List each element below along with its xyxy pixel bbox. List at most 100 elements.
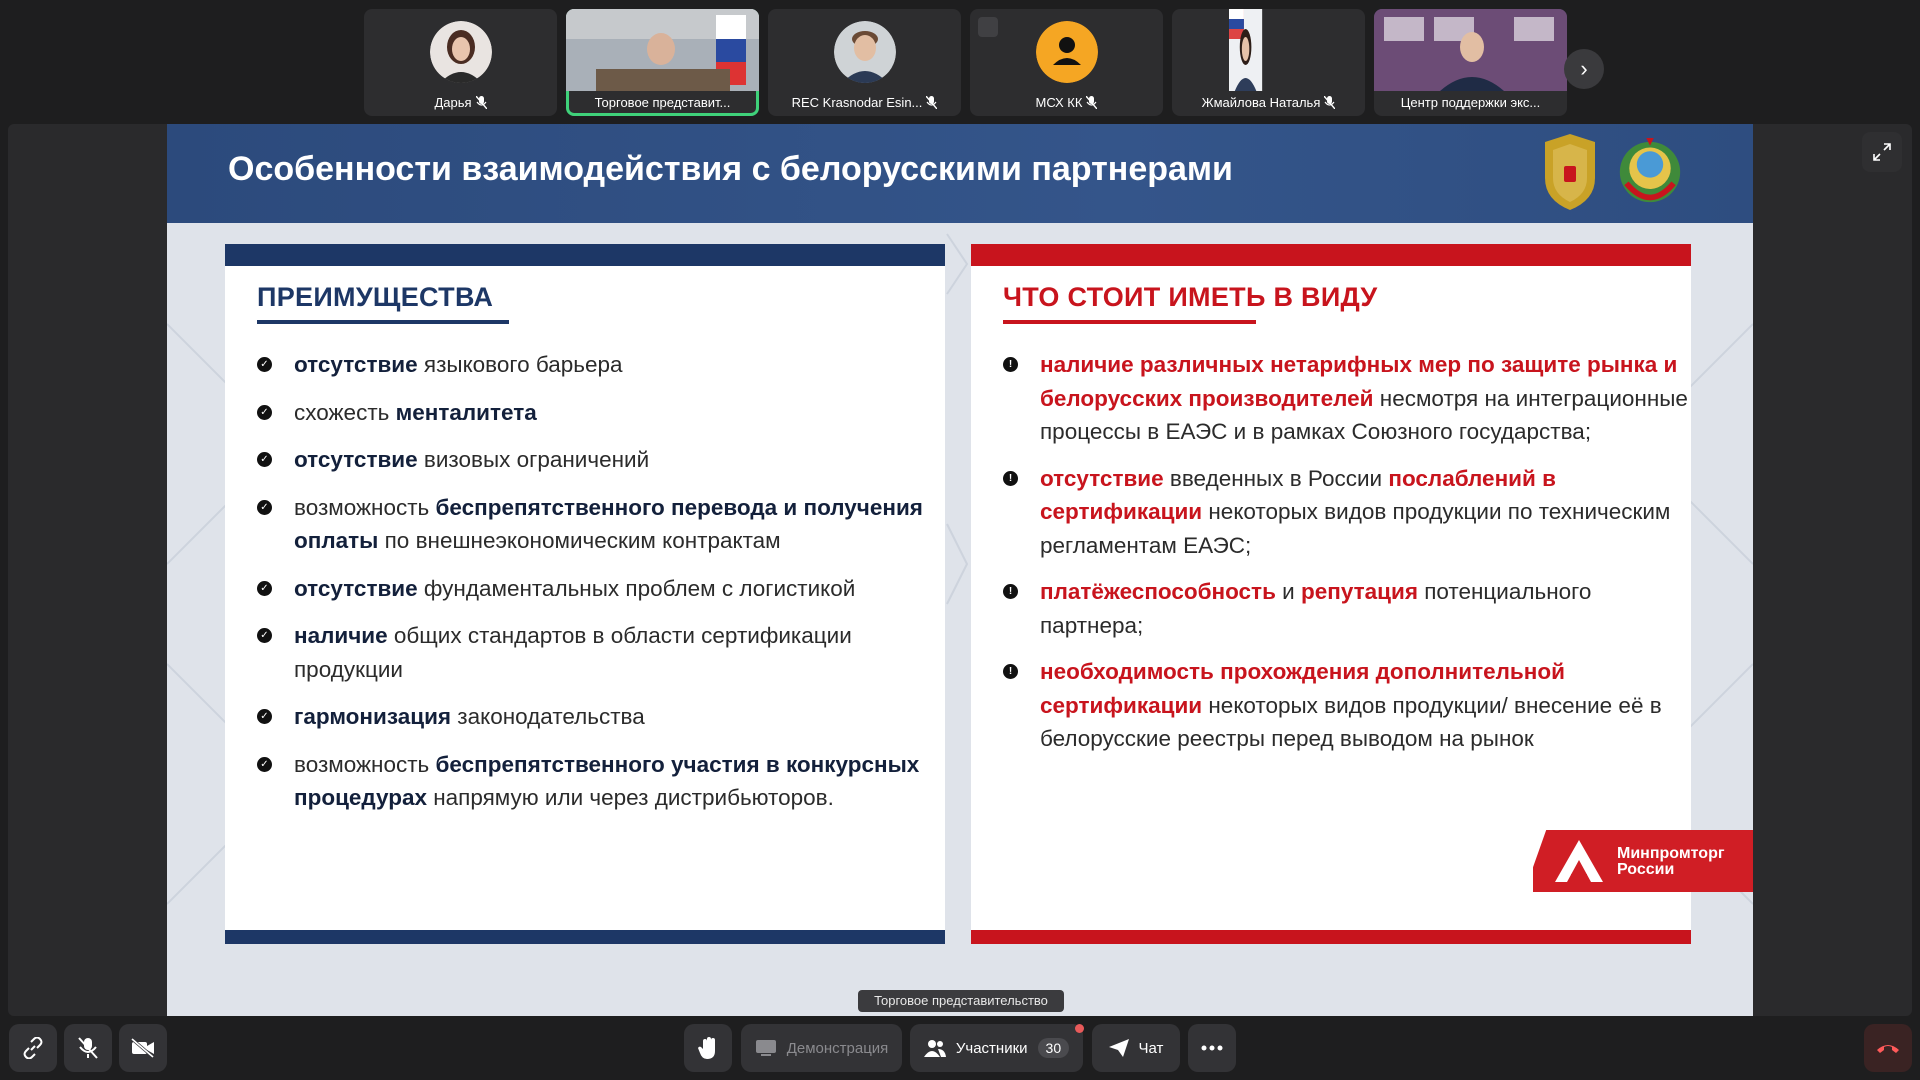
advantages-list: ✓ отсутствие языкового барьера ✓ схожесть м… (257, 348, 945, 829)
list-item: ✓ возможность беспрепятственного участия … (257, 748, 945, 815)
expand-icon (1873, 143, 1891, 161)
participant-tile[interactable]: МСХ КК (970, 9, 1163, 116)
raise-hand-button[interactable] (684, 1024, 732, 1072)
link-icon (23, 1037, 43, 1059)
logo-line-1: Минпромторг (1617, 845, 1725, 862)
list-item-text: возможность (294, 494, 436, 520)
list-item-text: по внешнеэкономическим контрактам (378, 528, 781, 553)
list-item: ✓ отсутствие визовых ограничений (257, 443, 945, 477)
list-item: ✓ возможность беспрепятственного перевода… (257, 491, 945, 558)
camera-off-icon (131, 1038, 154, 1058)
copy-link-button[interactable] (9, 1024, 57, 1072)
hangup-icon (1877, 1045, 1899, 1053)
list-item-text: введенных в России (1163, 465, 1389, 491)
minpromtorg-logo-icon (1555, 840, 1603, 882)
info-bullet-icon: ! (1003, 470, 1018, 486)
info-bullet-icon: ! (1003, 357, 1018, 372)
participant-name: REC Krasnodar Esin... (768, 95, 961, 110)
list-item: ✓ отсутствие языкового барьера (257, 348, 945, 382)
speaker-tooltip: Торговое представительство (858, 990, 1064, 1012)
camera-toggle-button[interactable] (119, 1024, 167, 1072)
list-item-text: языкового барьера (417, 352, 623, 377)
mic-off-icon (926, 96, 938, 109)
screen-share-button[interactable]: Демонстрация (741, 1024, 902, 1072)
participant-name: МСХ КК (970, 95, 1163, 110)
check-bullet-icon: ✓ (257, 628, 272, 643)
heading-underline (257, 320, 509, 324)
participant-name: Центр поддержки экс... (1400, 95, 1541, 110)
participant-tile-active[interactable]: Торговое представит... (566, 9, 759, 116)
participants-label: Участники (955, 1039, 1028, 1057)
participant-video (566, 9, 759, 91)
minpromtorg-logo-text: Минпромторг России (1617, 846, 1725, 878)
list-item-text: отсутствие (294, 352, 418, 377)
check-bullet-icon: ✓ (257, 499, 272, 515)
considerations-heading: ЧТО СТОИТ ИМЕТЬ В ВИДУ (1003, 282, 1378, 312)
list-item-text: наличие (294, 623, 388, 648)
list-item-text: платёжеспособность (1040, 579, 1276, 604)
chat-button[interactable]: Чат (1092, 1024, 1180, 1072)
check-bullet-icon: ✓ (257, 756, 272, 772)
advantages-card: ПРЕИМУЩЕСТВА ✓ отсутствие языкового барье… (225, 244, 945, 944)
list-item-text: напрямую или через дистрибьюторов. (426, 785, 834, 810)
screen-share-icon (755, 1040, 776, 1056)
list-item-text: менталитета (395, 399, 537, 425)
chat-icon (1108, 1039, 1129, 1057)
screen-share-label: Демонстрация (786, 1039, 889, 1057)
mic-off-icon (1324, 96, 1336, 109)
list-item: ✓ гармонизация законодательства (257, 700, 945, 734)
more-options-button[interactable] (1188, 1024, 1236, 1072)
info-bullet-icon: ! (1003, 664, 1018, 679)
list-item: ! необходимость прохождения дополнительно… (1003, 655, 1691, 756)
signal-icon (978, 17, 998, 37)
check-bullet-icon: ✓ (257, 452, 272, 467)
list-item: ✓ схожесть менталитета (257, 396, 945, 430)
list-item-text: и (1275, 579, 1301, 604)
participant-tile[interactable]: REC Krasnodar Esin... (768, 9, 961, 116)
heading-underline (1003, 320, 1256, 324)
participant-tile[interactable]: Жмайлова Наталья (1172, 9, 1365, 116)
participants-icon (923, 1040, 946, 1057)
check-bullet-icon: ✓ (257, 404, 272, 420)
check-bullet-icon: ✓ (257, 357, 272, 372)
list-item-text: схожесть (294, 399, 396, 425)
list-item: ! наличие различных нетарифных мер по защ… (1003, 348, 1691, 449)
info-bullet-icon: ! (1003, 584, 1018, 599)
list-item-text: отсутствие (294, 447, 418, 472)
list-item-text: фундаментальных проблем с логистикой (417, 575, 856, 601)
participants-button[interactable]: Участники 30 (910, 1024, 1083, 1072)
list-item-text: гармонизация (294, 704, 452, 729)
chevron-right-icon: › (1580, 56, 1588, 81)
belarus-emblem-icon (1619, 138, 1681, 203)
expand-button[interactable] (1862, 132, 1902, 172)
next-participants-button[interactable]: › (1564, 49, 1604, 89)
chat-label: Чат (1138, 1039, 1164, 1057)
list-item-text: законодательства (451, 704, 645, 729)
participant-name: Жмайлова Наталья (1172, 95, 1365, 110)
list-item-text: репутация (1301, 579, 1418, 604)
participants-count: 30 (1037, 1038, 1070, 1058)
default-avatar-icon (1035, 21, 1098, 83)
list-item: ✓ отсутствие фундаментальных проблем с ло… (257, 572, 945, 606)
check-bullet-icon: ✓ (257, 709, 272, 724)
mic-toggle-button[interactable] (64, 1024, 112, 1072)
mic-off-icon (475, 96, 487, 109)
mic-off-icon (78, 1037, 98, 1059)
hangup-button[interactable] (1864, 1024, 1912, 1072)
advantages-heading: ПРЕИМУЩЕСТВА (257, 282, 494, 312)
raise-hand-icon (698, 1037, 715, 1059)
slide-title: Особенности взаимодействия с белорусским… (228, 150, 1233, 188)
participant-tile[interactable]: Дарья (364, 9, 557, 116)
participant-photo (429, 21, 492, 83)
russia-emblem-icon (1545, 134, 1595, 210)
participant-name: Дарья (364, 95, 557, 110)
mic-off-icon (1086, 96, 1098, 109)
participant-tile[interactable]: Центр поддержки экс... (1374, 9, 1567, 116)
participant-photo (833, 21, 896, 83)
presentation-slide: Особенности взаимодействия с белорусским… (167, 124, 1753, 1016)
list-item: ! отсутствие введенных в России послаблен… (1003, 462, 1691, 563)
list-item-text: отсутствие (1040, 465, 1164, 491)
notification-dot (1075, 1024, 1084, 1033)
participant-strip: Дарья Торговое представит... REC Krasnod… (364, 9, 1567, 116)
check-bullet-icon: ✓ (257, 580, 272, 596)
